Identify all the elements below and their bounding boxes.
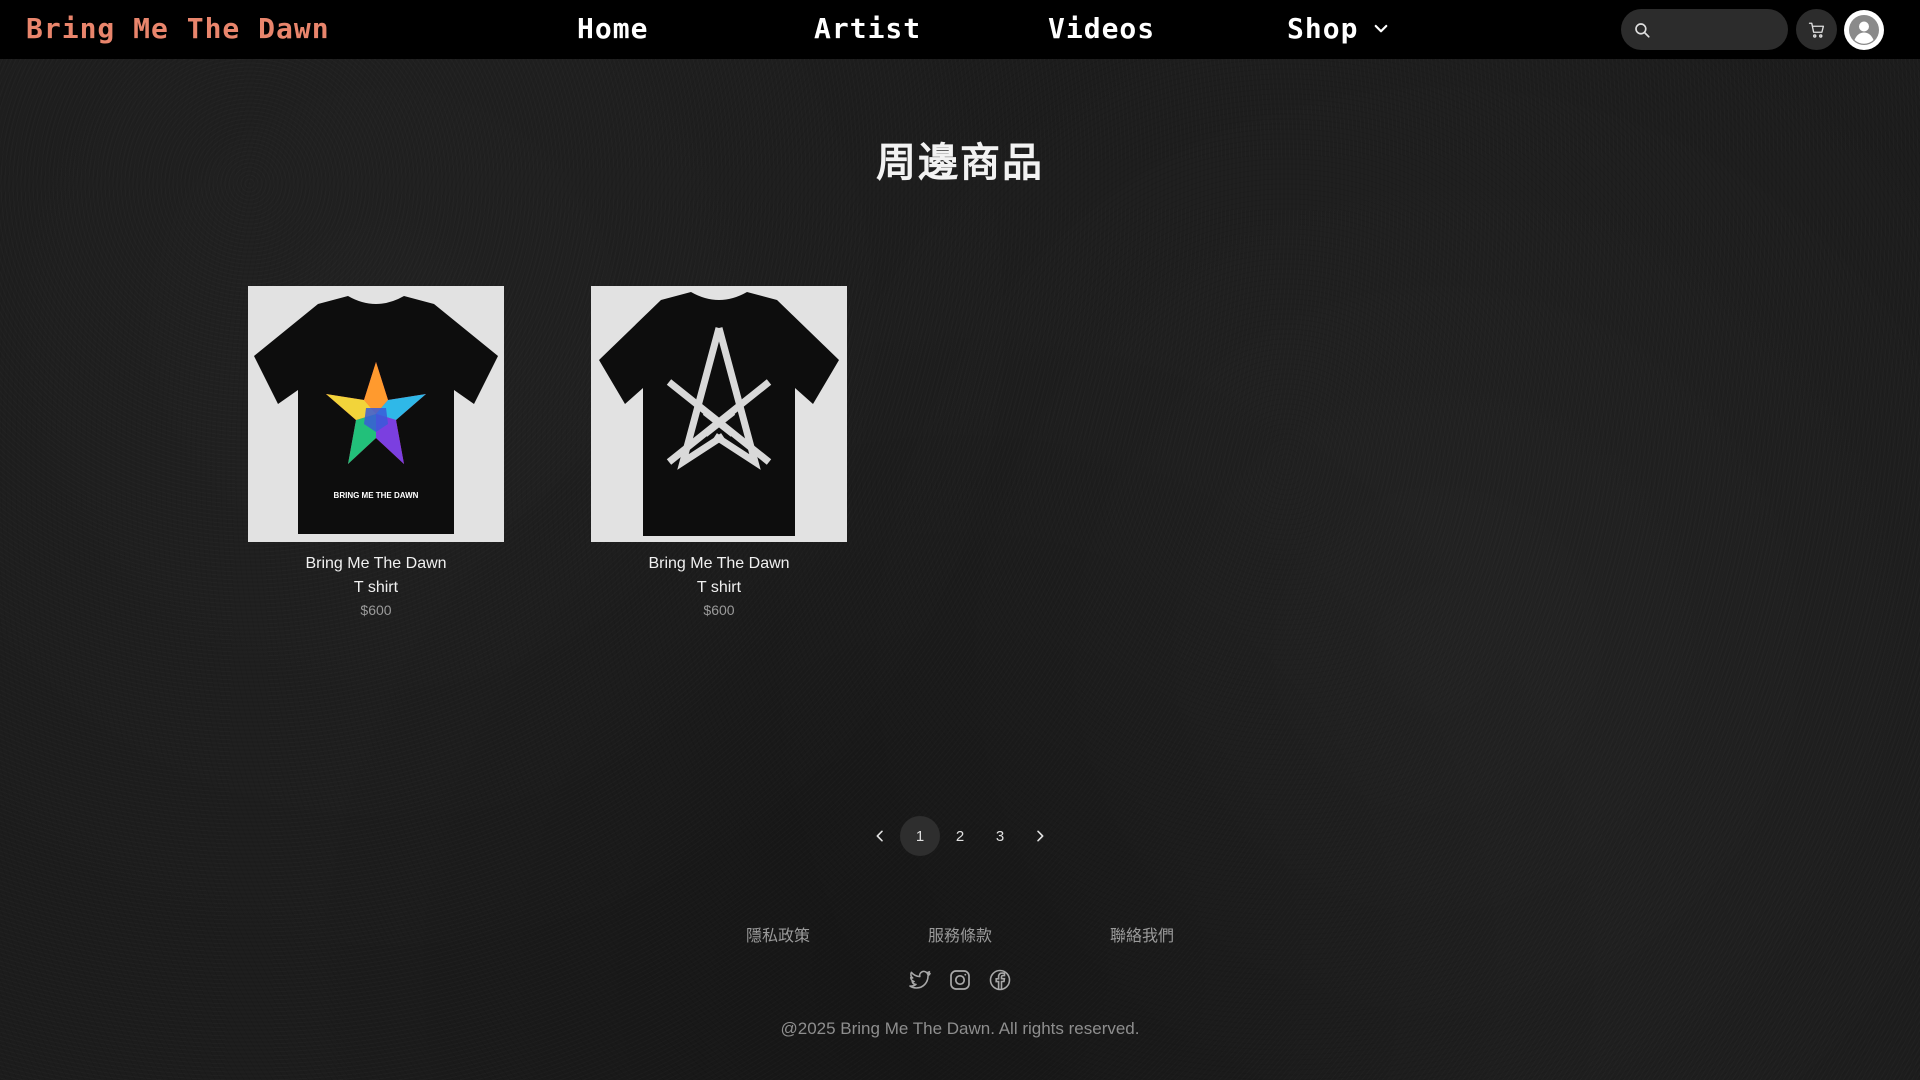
- product-price: $600: [360, 602, 392, 618]
- product-name-line1: Bring Me The Dawn: [305, 555, 447, 572]
- page-3-button[interactable]: 3: [980, 816, 1020, 856]
- search-input[interactable]: [1659, 20, 1779, 39]
- page-title: 周邊商品: [876, 140, 1044, 186]
- footer-links: 隱私政策 服務條款 聯絡我們: [0, 922, 1920, 946]
- product-image[interactable]: [591, 286, 847, 542]
- nav-home[interactable]: Home: [577, 12, 648, 45]
- social-links: [908, 968, 1012, 992]
- nav-shop-label: Shop: [1287, 12, 1359, 45]
- product-price: $600: [703, 602, 735, 618]
- product-name[interactable]: Bring Me The Dawn T shirt: [248, 552, 504, 600]
- twitter-icon[interactable]: [908, 968, 932, 992]
- nav-videos[interactable]: Videos: [1048, 12, 1155, 45]
- instagram-icon[interactable]: [948, 968, 972, 992]
- pagination: 1 2 3: [860, 816, 1060, 856]
- page-1-button[interactable]: 1: [900, 816, 940, 856]
- shirt-print-text: BRING ME THE DAWN: [334, 491, 419, 500]
- product-name-line1: Bring Me The Dawn: [648, 555, 790, 572]
- user-avatar-button[interactable]: [1844, 10, 1884, 50]
- cart-icon: [1808, 22, 1824, 38]
- product-name[interactable]: Bring Me The Dawn T shirt: [591, 552, 847, 600]
- terms-of-service-link[interactable]: 服務條款: [928, 922, 992, 946]
- cart-button[interactable]: [1796, 9, 1837, 50]
- top-nav: Bring Me The Dawn Home Artist Videos Sho…: [0, 0, 1920, 59]
- chevron-right-icon: [1037, 830, 1044, 842]
- user-icon: [1849, 15, 1879, 45]
- product-card[interactable]: BRING ME THE DAWN Bring Me The Dawn T sh…: [248, 286, 504, 618]
- product-card[interactable]: Bring Me The Dawn T shirt $600: [591, 286, 847, 618]
- tshirt-star-image: BRING ME THE DAWN: [248, 286, 504, 542]
- next-page-button[interactable]: [1020, 816, 1060, 856]
- product-name-line2: T shirt: [353, 579, 399, 596]
- brand-logo[interactable]: Bring Me The Dawn: [26, 12, 330, 45]
- nav-artist[interactable]: Artist: [814, 12, 921, 45]
- product-name-line2: T shirt: [696, 579, 742, 596]
- product-image[interactable]: BRING ME THE DAWN: [248, 286, 504, 542]
- search-box[interactable]: [1621, 9, 1788, 50]
- page-2-button[interactable]: 2: [940, 816, 980, 856]
- copyright-text: @2025 Bring Me The Dawn. All rights rese…: [780, 1019, 1140, 1038]
- search-icon: [1635, 22, 1650, 38]
- facebook-icon[interactable]: [988, 968, 1012, 992]
- chevron-left-icon: [876, 830, 883, 842]
- contact-us-link[interactable]: 聯絡我們: [1110, 922, 1174, 946]
- privacy-policy-link[interactable]: 隱私政策: [746, 922, 810, 946]
- nav-shop[interactable]: Shop: [1287, 12, 1390, 45]
- prev-page-button[interactable]: [860, 816, 900, 856]
- tshirt-hexagram-image: [591, 286, 847, 542]
- chevron-down-icon: [1375, 24, 1388, 32]
